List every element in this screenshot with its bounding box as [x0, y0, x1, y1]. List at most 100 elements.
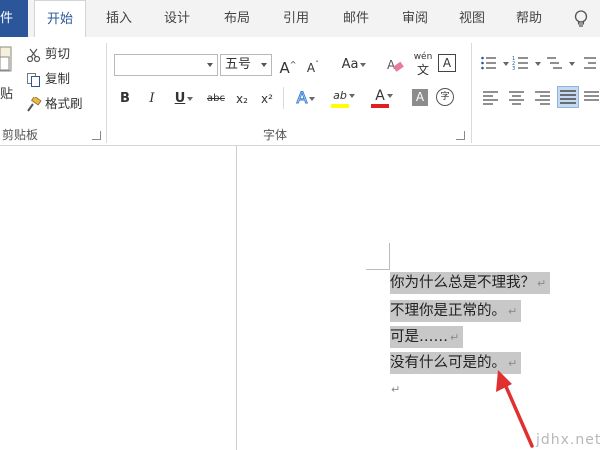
group-separator: [106, 43, 107, 143]
change-case-button[interactable]: Aa: [336, 55, 372, 75]
document-line[interactable]: 不理你是正常的。 ↵: [390, 300, 522, 322]
group-separator: [471, 43, 472, 143]
decrease-indent-icon[interactable]: [580, 54, 598, 72]
watermark: jdhx.net: [536, 432, 600, 448]
font-size-combo[interactable]: 五号: [220, 54, 272, 76]
character-border-button[interactable]: A: [438, 54, 456, 72]
red-arrow-icon: [496, 370, 534, 448]
bullets-icon[interactable]: [480, 54, 498, 72]
tab-insert[interactable]: 插入: [96, 0, 142, 37]
copy-icon: [26, 72, 42, 88]
chevron-down-icon: [386, 94, 393, 98]
subscript-button[interactable]: x₂: [233, 89, 251, 109]
strikethrough-button[interactable]: abc: [205, 89, 227, 109]
align-center-icon[interactable]: [508, 89, 526, 107]
margin-crop-mark: [389, 243, 390, 269]
tab-view[interactable]: 视图: [448, 0, 496, 37]
paragraph-mark: ↵: [450, 331, 460, 344]
italic-button[interactable]: I: [145, 89, 159, 109]
grow-font-button[interactable]: A^: [278, 55, 298, 77]
underline-button[interactable]: U: [170, 89, 198, 109]
tab-mailings[interactable]: 邮件: [330, 0, 382, 37]
tab-layout[interactable]: 布局: [212, 0, 262, 37]
font-size-value: 五号: [225, 57, 252, 72]
font-group-label: 字体: [263, 128, 288, 142]
highlight-color-bar: [331, 104, 349, 108]
distributed-align-icon[interactable]: [583, 89, 600, 107]
character-shading-button[interactable]: A: [412, 89, 428, 106]
paragraph-mark: ↵: [508, 357, 518, 370]
tab-design[interactable]: 设计: [152, 0, 202, 37]
document-margin-area: [0, 146, 236, 450]
align-left-icon[interactable]: [482, 89, 500, 107]
copy-button[interactable]: 复制: [26, 69, 70, 89]
paintbrush-icon: [26, 95, 42, 113]
cut-label: 剪切: [45, 46, 71, 61]
clipboard-dialog-launcher[interactable]: [92, 131, 101, 140]
chevron-down-icon[interactable]: [503, 62, 509, 66]
bold-button[interactable]: B: [118, 89, 132, 109]
chevron-down-icon: [187, 96, 194, 101]
phonetic-guide-char: 文: [416, 63, 429, 77]
paragraph-mark: ↵: [508, 305, 518, 318]
format-painter-button[interactable]: 格式刷: [26, 94, 83, 114]
scissors-icon: [26, 47, 42, 63]
font-color-icon: A: [375, 88, 385, 104]
font-name-combo[interactable]: [114, 54, 218, 76]
justify-button[interactable]: [557, 86, 579, 108]
shrink-font-button[interactable]: Aˇ: [303, 55, 323, 75]
clear-formatting-icon[interactable]: A: [386, 56, 406, 76]
change-case-icon: Aa: [341, 57, 359, 72]
cut-button[interactable]: 剪切: [26, 44, 70, 64]
chevron-down-icon: [261, 63, 267, 67]
empty-paragraph-mark[interactable]: ↵: [391, 383, 400, 396]
svg-text:3: 3: [512, 66, 515, 72]
font-color-bar: [371, 104, 389, 108]
justify-icon: [560, 90, 576, 104]
paste-button-label[interactable]: 贴: [0, 83, 13, 102]
tab-review[interactable]: 审阅: [390, 0, 440, 37]
chevron-down-icon[interactable]: [569, 62, 575, 66]
font-color-button[interactable]: A: [370, 86, 398, 108]
ribbon-tab-bar: 件 开始 插入 设计 布局 引用 邮件 审阅 视图 帮助: [0, 0, 600, 38]
highlighter-icon: ab: [333, 89, 347, 102]
numbering-icon[interactable]: 1 2 3: [512, 54, 530, 72]
chevron-down-icon: [207, 63, 213, 67]
ribbon-home: 贴 剪切 复制 格式刷 剪贴板 五号 A^ Aˇ Aa A wén 文 A B …: [0, 37, 600, 146]
tab-file[interactable]: 件: [0, 0, 28, 37]
lightbulb-icon[interactable]: [573, 10, 589, 28]
paragraph-mark: ↵: [537, 277, 547, 290]
font-dialog-launcher[interactable]: [456, 131, 465, 140]
document-line[interactable]: 你为什么总是不理我？ ↵: [390, 272, 551, 294]
chevron-down-icon: [309, 96, 316, 101]
chevron-down-icon[interactable]: [535, 62, 541, 66]
margin-crop-mark: [366, 269, 390, 270]
tab-references[interactable]: 引用: [272, 0, 320, 37]
format-painter-label: 格式刷: [45, 96, 83, 111]
paste-icon[interactable]: [0, 45, 12, 73]
tab-help[interactable]: 帮助: [506, 0, 552, 37]
tab-home[interactable]: 开始: [34, 0, 86, 38]
multilevel-list-icon[interactable]: [546, 54, 564, 72]
shrink-font-icon: A: [306, 61, 316, 75]
superscript-button[interactable]: x²: [258, 89, 276, 109]
highlight-color-button[interactable]: ab: [330, 86, 358, 108]
chevron-down-icon: [360, 62, 367, 67]
underline-icon: U: [174, 91, 186, 106]
document-line[interactable]: 可是…… ↵: [390, 326, 464, 348]
document-line-text: 没有什么可是的。: [390, 355, 506, 371]
svg-text:A: A: [387, 58, 396, 72]
align-right-icon[interactable]: [534, 89, 552, 107]
clipboard-group-label: 剪贴板: [2, 128, 39, 142]
grow-font-icon: A: [279, 59, 290, 77]
phonetic-guide-button[interactable]: wén 文: [412, 51, 434, 79]
document-line-text: 不理你是正常的。: [390, 303, 506, 319]
text-effects-button[interactable]: A: [292, 88, 320, 108]
character-border-icon: A: [442, 56, 452, 70]
toolbar-divider: [283, 87, 284, 109]
copy-label: 复制: [45, 71, 71, 86]
document-line-text: 可是……: [390, 329, 448, 345]
enclose-characters-button[interactable]: 字: [436, 88, 454, 106]
page-edge: [236, 146, 237, 450]
text-effects-icon: A: [296, 88, 308, 108]
